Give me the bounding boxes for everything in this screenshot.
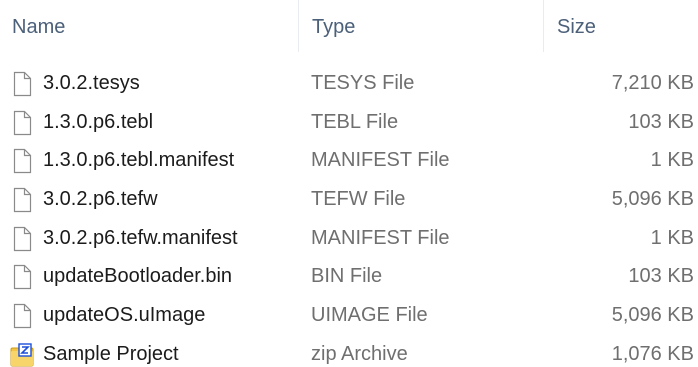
file-size: 1,076 KB	[611, 342, 694, 365]
file-type: TEFW File	[311, 188, 406, 211]
file-name-cell: 1.3.0.p6.tebl.manifest	[10, 141, 295, 180]
file-size: 5,096 KB	[611, 304, 694, 327]
file-name-cell: 1.3.0.p6.tebl	[10, 103, 295, 142]
file-name: 3.0.2.p6.tefw	[43, 188, 158, 211]
column-header-type[interactable]: Type	[312, 0, 542, 52]
file-name-cell: updateOS.uImage	[10, 296, 295, 335]
file-type: UIMAGE File	[311, 304, 428, 327]
document-icon	[10, 71, 34, 97]
column-divider[interactable]	[298, 0, 299, 52]
file-list: 3.0.2.tesys TESYS File 7,210 KB 1.3.0.p6.te…	[0, 64, 698, 367]
document-icon	[10, 148, 34, 174]
file-size: 7,210 KB	[611, 72, 694, 94]
file-size: 103 KB	[628, 265, 694, 288]
document-icon	[10, 264, 34, 290]
file-explorer-details-view: Name Type Size 3.0.2.tesys TESYS File 7,21…	[0, 0, 698, 367]
file-row[interactable]: updateOS.uImage UIMAGE File 5,096 KB	[0, 296, 698, 335]
file-name-cell: 3.0.2.p6.tefw.manifest	[10, 219, 295, 258]
file-name-cell: updateBootloader.bin	[10, 257, 295, 296]
file-row[interactable]: 3.0.2.p6.tefw.manifest MANIFEST File 1 KB	[0, 219, 698, 258]
file-name: 3.0.2.tesys	[43, 72, 140, 94]
file-size: 103 KB	[628, 110, 694, 133]
file-type: BIN File	[311, 265, 383, 288]
column-header-size[interactable]: Size	[557, 0, 687, 52]
file-name: 3.0.2.p6.tefw.manifest	[43, 226, 238, 249]
file-type: MANIFEST File	[311, 149, 450, 172]
column-header-name[interactable]: Name	[12, 0, 297, 52]
file-row[interactable]: 3.0.2.tesys TESYS File 7,210 KB	[0, 64, 698, 103]
file-size: 1 KB	[650, 226, 694, 249]
file-name-cell: 3.0.2.tesys	[10, 64, 295, 103]
file-row[interactable]: Sample Project zip Archive 1,076 KB	[0, 335, 698, 367]
file-name-cell: 3.0.2.p6.tefw	[10, 180, 295, 219]
file-row[interactable]: updateBootloader.bin BIN File 103 KB	[0, 257, 698, 296]
file-row[interactable]: 1.3.0.p6.tebl TEBL File 103 KB	[0, 103, 698, 142]
document-icon	[10, 303, 34, 329]
file-row[interactable]: 1.3.0.p6.tebl.manifest MANIFEST File 1 KB	[0, 141, 698, 180]
file-type: zip Archive	[311, 342, 408, 365]
column-header-row: Name Type Size	[0, 0, 698, 52]
file-name: 1.3.0.p6.tebl.manifest	[43, 149, 235, 172]
file-size: 5,096 KB	[611, 188, 694, 211]
document-icon	[10, 226, 34, 252]
file-size: 1 KB	[650, 149, 694, 172]
zip-archive-icon	[10, 342, 34, 367]
file-name-cell: Sample Project	[10, 335, 295, 367]
file-name: 1.3.0.p6.tebl	[43, 110, 154, 133]
file-row[interactable]: 3.0.2.p6.tefw TEFW File 5,096 KB	[0, 180, 698, 219]
file-type: MANIFEST File	[311, 226, 450, 249]
file-type: TEBL File	[311, 110, 399, 133]
file-name: updateBootloader.bin	[43, 265, 233, 288]
file-name: updateOS.uImage	[43, 304, 206, 327]
file-name: Sample Project	[43, 342, 179, 365]
document-icon	[10, 187, 34, 213]
column-divider[interactable]	[543, 0, 544, 52]
document-icon	[10, 110, 34, 136]
file-type: TESYS File	[311, 72, 415, 94]
